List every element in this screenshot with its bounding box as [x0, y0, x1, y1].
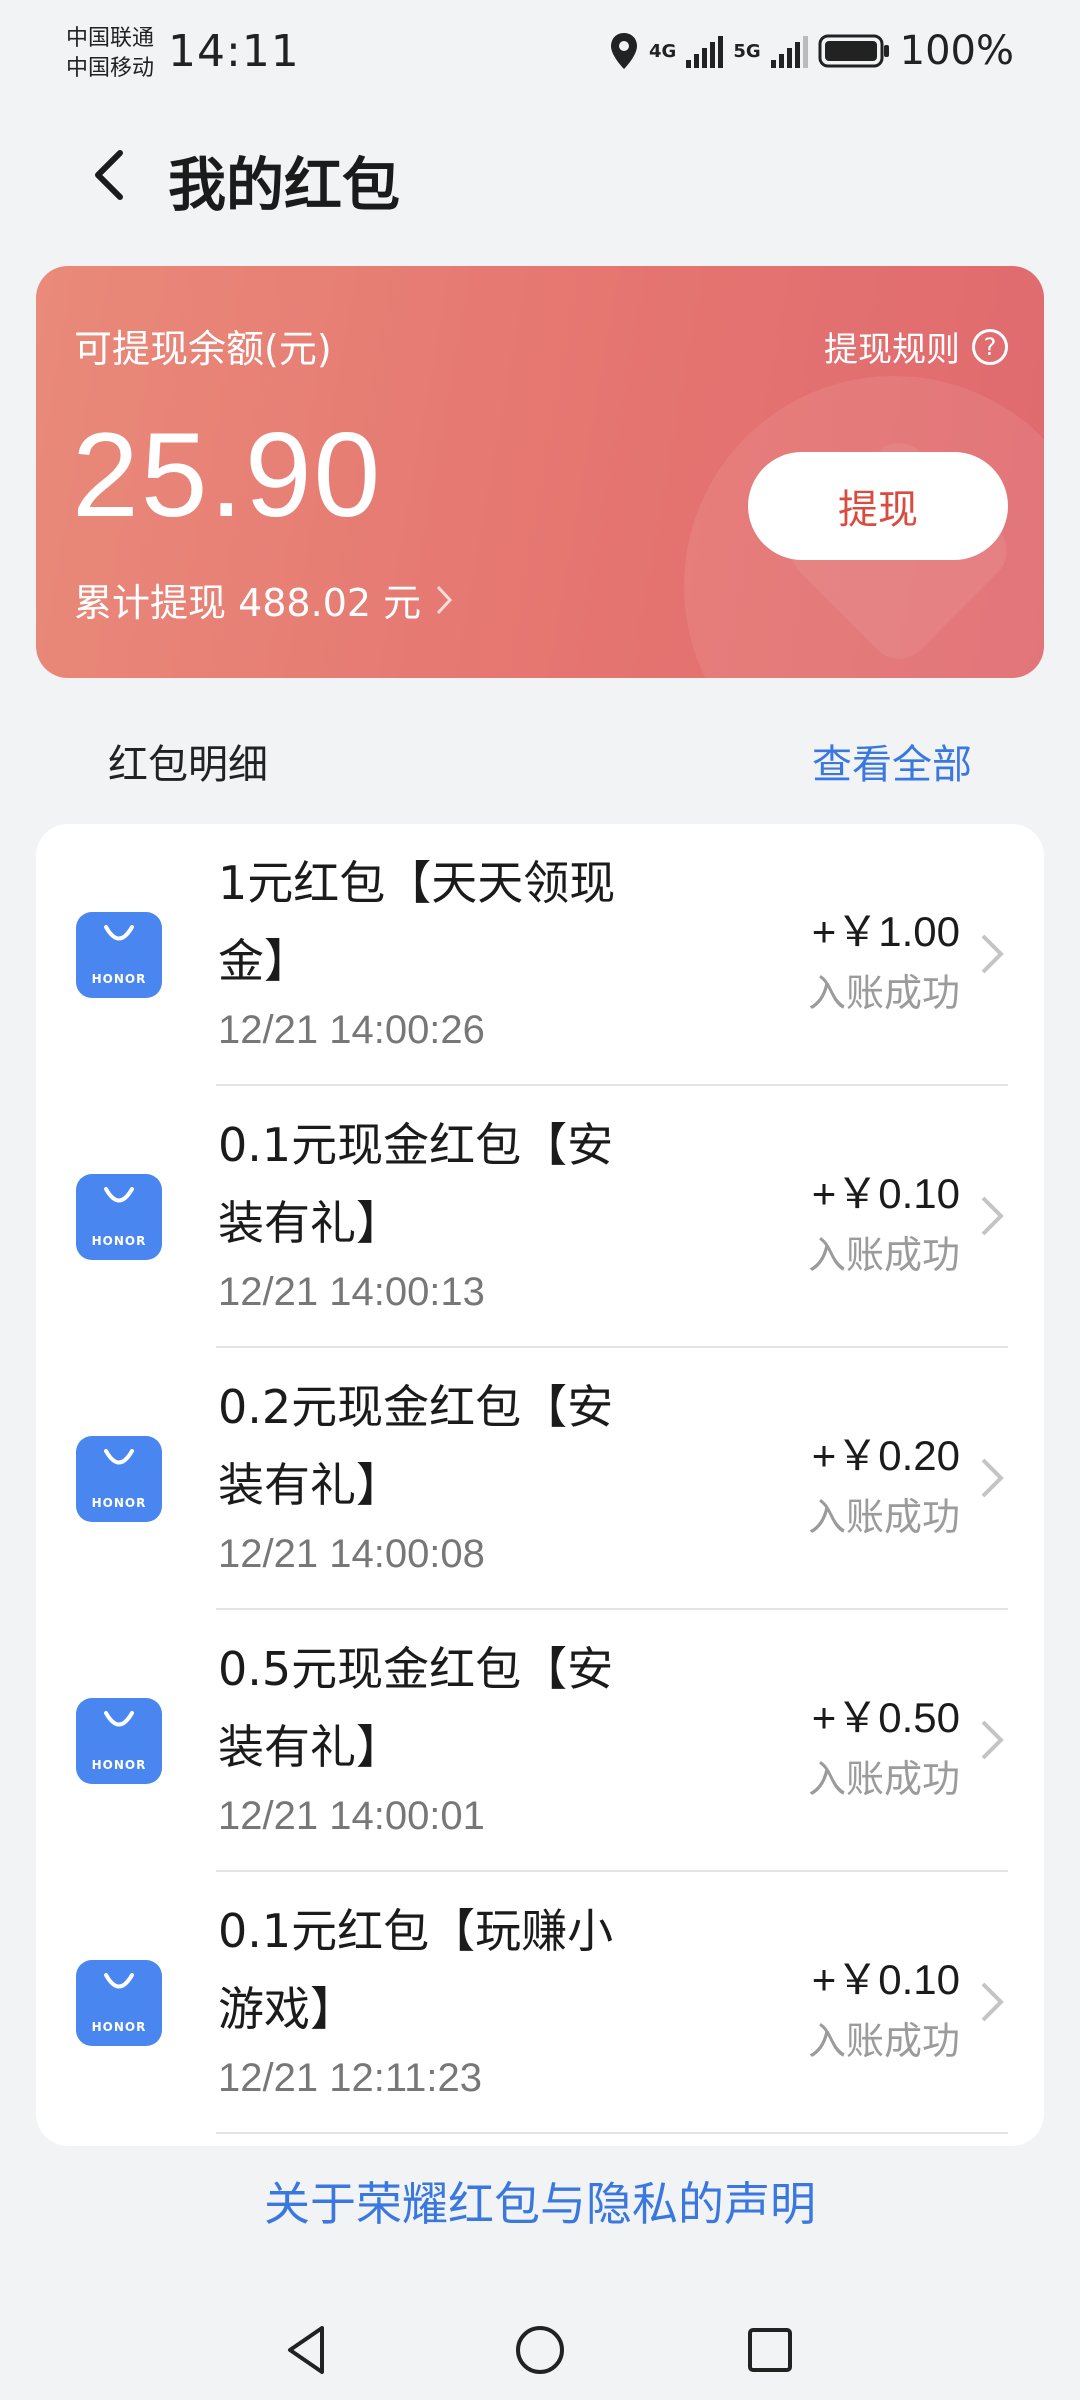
- network-4g-label: 4G: [649, 40, 677, 62]
- network-5g-label: 5G: [733, 40, 761, 62]
- honor-app-icon: HONOR: [76, 1174, 162, 1260]
- carrier-1: 中国联通: [66, 26, 155, 51]
- item-status: 入账成功: [807, 971, 960, 1015]
- item-title: 1元红包【天天领现金】: [218, 856, 616, 988]
- privacy-statement-link[interactable]: 关于荣耀红包与隐私的声明: [0, 2168, 1080, 2234]
- redpacket-list: HONOR 1元红包【天天领现金】 12/21 14:00:26 +￥1.00 …: [36, 824, 1044, 2146]
- status-icons: 4G 5G 100%: [609, 28, 1014, 74]
- honor-app-icon: HONOR: [76, 912, 162, 998]
- list-item[interactable]: HONOR 1元红包【天天领现金】 12/21 14:00:26 +￥1.00 …: [36, 824, 1044, 1086]
- status-time: 14:11: [168, 26, 300, 77]
- chevron-right-icon: [981, 1196, 1004, 1236]
- item-time: 12/21 14:00:08: [218, 1532, 485, 1576]
- balance-label: 可提现余额(元): [74, 327, 332, 371]
- withdraw-rules-link[interactable]: 提现规则 ?: [824, 322, 1008, 371]
- view-all-link[interactable]: 查看全部: [812, 732, 972, 790]
- carrier-2: 中国移动: [66, 56, 155, 81]
- item-time: 12/21 14:00:01: [218, 1794, 485, 1838]
- item-status: 入账成功: [807, 1757, 960, 1801]
- chevron-right-icon: [981, 1458, 1004, 1498]
- divider: [216, 2132, 1008, 2134]
- list-item[interactable]: HONOR 0.2元现金红包【安装有礼】 12/21 14:00:08 +￥0.…: [36, 1348, 1044, 1610]
- battery-percent: 100%: [899, 28, 1014, 74]
- help-icon: ?: [972, 328, 1008, 365]
- honor-app-icon: HONOR: [76, 1436, 162, 1522]
- chevron-right-icon: [981, 1982, 1004, 2022]
- item-title: 0.5元现金红包【安装有礼】: [218, 1642, 614, 1774]
- item-amount: +￥0.10: [811, 1170, 960, 1217]
- item-amount: +￥0.20: [811, 1432, 960, 1479]
- item-status: 入账成功: [807, 2019, 960, 2063]
- item-amount: +￥1.00: [811, 908, 960, 955]
- nav-recents-icon[interactable]: [740, 2320, 800, 2380]
- item-title: 0.2元现金红包【安装有礼】: [218, 1380, 614, 1512]
- honor-app-icon: HONOR: [76, 1960, 162, 2046]
- nav-home-icon[interactable]: [510, 2320, 570, 2380]
- status-bar: 中国联通 中国移动 14:11 4G 5G 100%: [0, 0, 1080, 100]
- balance-card: 可提现余额(元) 提现规则 ? 25.90 累计提现 488.02 元 提现: [36, 266, 1044, 678]
- item-time: 12/21 14:00:13: [218, 1270, 485, 1314]
- item-amount: +￥0.50: [811, 1694, 960, 1741]
- total-withdrawn-link[interactable]: 累计提现 488.02 元: [74, 572, 453, 627]
- back-arrow-icon[interactable]: [82, 145, 142, 205]
- item-status: 入账成功: [807, 1233, 960, 1277]
- chevron-right-icon: [981, 934, 1004, 974]
- page-title: 我的红包: [168, 151, 401, 219]
- item-title: 0.1元现金红包【安装有礼】: [218, 1118, 614, 1250]
- item-time: 12/21 14:00:26: [218, 1008, 485, 1052]
- system-nav-bar: [0, 2300, 1080, 2400]
- item-title: 0.1元红包【玩赚小游戏】: [218, 1904, 614, 2036]
- carrier-info: 中国联通 中国移动: [66, 24, 154, 84]
- signal-bars-icon: [770, 34, 808, 68]
- total-withdrawn-text: 累计提现 488.02 元: [74, 581, 422, 625]
- list-item[interactable]: HONOR 0.5元现金红包【安装有礼】 12/21 14:00:01 +￥0.…: [36, 1610, 1044, 1872]
- section-title: 红包明细: [108, 742, 268, 788]
- honor-app-icon: HONOR: [76, 1698, 162, 1784]
- withdraw-button[interactable]: 提现: [748, 452, 1008, 560]
- balance-amount: 25.90: [72, 408, 383, 542]
- location-icon: [611, 33, 638, 69]
- chevron-right-icon: [437, 585, 453, 614]
- signal-bars-icon: [686, 34, 724, 68]
- item-time: 12/21 12:11:23: [218, 2056, 482, 2100]
- nav-back-icon[interactable]: [278, 2320, 338, 2380]
- list-item[interactable]: HONOR 0.1元现金红包【安装有礼】 12/21 14:00:13 +￥0.…: [36, 1086, 1044, 1348]
- withdraw-rules-label: 提现规则: [824, 330, 960, 370]
- chevron-right-icon: [981, 1720, 1004, 1760]
- list-item[interactable]: HONOR 0.1元红包【玩赚小游戏】 12/21 12:11:23 +￥0.1…: [36, 1872, 1044, 2134]
- item-status: 入账成功: [807, 1495, 960, 1539]
- battery-icon: [818, 34, 889, 68]
- item-amount: +￥0.10: [811, 1956, 960, 2003]
- header: 我的红包: [0, 120, 1080, 230]
